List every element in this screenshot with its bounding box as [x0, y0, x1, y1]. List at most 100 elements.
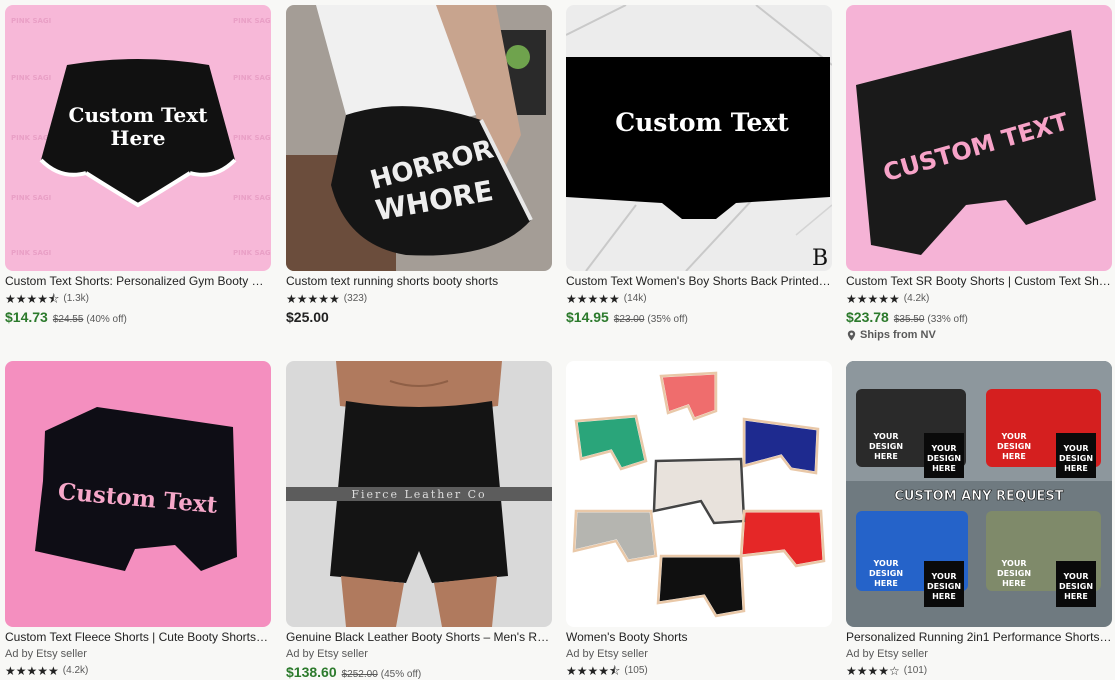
price: $25.00 [286, 309, 329, 325]
watermark-text: PINK SAGI [11, 134, 51, 142]
rating: ★★★★★ (4.2k) [846, 291, 1112, 306]
review-count: (4.2k) [62, 665, 89, 676]
listing-card-4[interactable]: CUSTOM TEXT Custom Text SR Booty Shorts … [846, 5, 1112, 341]
listing-photo-pink-shorts: PINK SAGI PINK SAGI PINK SAGI PINK SAGI … [5, 5, 271, 271]
print-text: DESIGN [869, 442, 903, 451]
review-count: (14k) [623, 293, 647, 304]
listing-image[interactable]: YOUR DESIGN HERE YOUR DESIGN HERE YOUR D… [846, 361, 1112, 627]
print-text: Here [111, 126, 166, 150]
listing-image[interactable] [566, 361, 832, 627]
listing-card-2[interactable]: HORROR WHORE Custom text running shorts … [286, 5, 552, 325]
rating: ★★★★⯪ (1.3k) [5, 291, 271, 306]
discount-label: (40% off) [86, 314, 127, 325]
price-row: $138.60 $252.00 (45% off) [286, 664, 552, 680]
watermark-text: PINK SAGI [11, 194, 51, 202]
print-text: DESIGN [927, 454, 961, 463]
print-text: HERE [1002, 452, 1026, 461]
listing-card-7[interactable]: Women's Booty Shorts Ad by Etsy seller ★… [566, 361, 832, 678]
listing-card-3[interactable]: Custom Text B Custom Text Women's Boy Sh… [566, 5, 832, 325]
listing-card-5[interactable]: Custom Text Custom Text Fleece Shorts | … [5, 361, 271, 678]
star-rating-icon: ★★★★⯪ [5, 291, 60, 306]
print-text: HERE [874, 452, 898, 461]
listing-image[interactable]: Custom Text B [566, 5, 832, 271]
print-text: DESIGN [997, 442, 1031, 451]
watermark-text: Fierce Leather Co [351, 488, 486, 501]
print-text: Custom Text [615, 108, 789, 137]
review-count: (4.2k) [903, 293, 930, 304]
listing-image[interactable]: CUSTOM TEXT [846, 5, 1112, 271]
price-row: $23.78 $35.50 (33% off) [846, 309, 1112, 325]
original-price: $24.55 [52, 314, 84, 325]
review-count: (101) [903, 665, 928, 676]
print-text: YOUR [1001, 559, 1027, 568]
ad-label: Ad by Etsy seller [846, 648, 928, 660]
listing-image[interactable]: HORROR WHORE [286, 5, 552, 271]
sale-price: $138.60 [286, 664, 337, 680]
print-text: HERE [874, 579, 898, 588]
listing-card-8[interactable]: YOUR DESIGN HERE YOUR DESIGN HERE YOUR D… [846, 361, 1112, 678]
print-text: YOUR [931, 444, 957, 453]
watermark-text: PINK SAGI [233, 17, 271, 25]
watermark-text: PINK SAGI [11, 74, 51, 82]
star-rating-icon: ★★★★⯪ [566, 663, 621, 678]
watermark-text: PINK SAGI [11, 17, 51, 25]
listing-title[interactable]: Custom Text Fleece Shorts | Cute Booty S… [5, 630, 271, 645]
rating: ★★★★★ (323) [286, 291, 552, 306]
listing-photo-sr-shorts: CUSTOM TEXT [846, 5, 1112, 271]
listing-photo-2in1-shorts: YOUR DESIGN HERE YOUR DESIGN HERE YOUR D… [846, 361, 1112, 627]
brand-logo: B [812, 246, 828, 271]
print-text: DESIGN [927, 582, 961, 591]
print-text: YOUR [931, 572, 957, 581]
star-rating-icon: ★★★★★ [286, 291, 340, 306]
listing-card-6[interactable]: Fierce Leather Co Genuine Black Leather … [286, 361, 552, 680]
listing-photo-black-boyshorts: Custom Text B [566, 5, 832, 271]
watermark-text: PINK SAGI [233, 249, 271, 257]
review-count: (1.3k) [63, 293, 89, 304]
watermark-text: PINK SAGI [11, 249, 51, 257]
watermark-text: PINK SAGI [233, 74, 271, 82]
print-text: HERE [932, 464, 956, 473]
print-text: HERE [932, 592, 956, 601]
sale-price: $14.95 [566, 309, 609, 325]
print-text: YOUR [1063, 444, 1089, 453]
listing-photo-fleece-shorts: Custom Text [5, 361, 271, 627]
ships-from-label: Ships from NV [860, 329, 936, 341]
price-row: $14.95 $23.00 (35% off) [566, 309, 832, 325]
print-text: HERE [1002, 579, 1026, 588]
ad-label: Ad by Etsy seller [5, 648, 87, 660]
banner-text: CUSTOM ANY REQUEST [894, 489, 1063, 504]
shipping-info: Ships from NV [846, 329, 1112, 341]
location-pin-icon [847, 329, 856, 341]
rating: ★★★★⯪ (105) [566, 663, 832, 678]
price-row: $25.00 [286, 309, 552, 325]
discount-label: (35% off) [647, 314, 688, 325]
print-text: DESIGN [1059, 582, 1093, 591]
sale-price: $14.73 [5, 309, 48, 325]
print-text: HERE [1064, 592, 1088, 601]
listing-title[interactable]: Custom Text Shorts: Personalized Gym Boo… [5, 274, 271, 289]
listing-card-1[interactable]: PINK SAGI PINK SAGI PINK SAGI PINK SAGI … [5, 5, 271, 325]
listing-title[interactable]: Custom Text SR Booty Shorts | Custom Tex… [846, 274, 1112, 289]
listing-title[interactable]: Genuine Black Leather Booty Shorts – Men… [286, 630, 552, 645]
listing-image[interactable]: Fierce Leather Co [286, 361, 552, 627]
star-rating-icon: ★★★★★ [5, 663, 59, 678]
print-text: Custom Text [69, 103, 209, 127]
star-rating-icon: ★★★★★ [846, 291, 900, 306]
listing-title[interactable]: Custom Text Women's Boy Shorts Back Prin… [566, 274, 832, 289]
sale-price: $23.78 [846, 309, 889, 325]
listing-photo-horror-shorts: HORROR WHORE [286, 5, 552, 271]
ad-label: Ad by Etsy seller [566, 648, 648, 660]
listing-photo-colored-shorts [566, 361, 832, 627]
listing-title[interactable]: Women's Booty Shorts [566, 630, 832, 645]
rating: ★★★★★ (14k) [566, 291, 832, 306]
watermark-text: PINK SAGI [233, 194, 271, 202]
listing-image[interactable]: PINK SAGI PINK SAGI PINK SAGI PINK SAGI … [5, 5, 271, 271]
listing-title[interactable]: Personalized Running 2in1 Performance Sh… [846, 630, 1112, 645]
listing-image[interactable]: Custom Text [5, 361, 271, 627]
listing-title[interactable]: Custom text running shorts booty shorts [286, 274, 552, 289]
print-text: YOUR [1063, 572, 1089, 581]
print-text: YOUR [873, 559, 899, 568]
rating: ★★★★★ (4.2k) [5, 663, 271, 678]
print-text: DESIGN [997, 569, 1031, 578]
discount-label: (33% off) [927, 314, 968, 325]
